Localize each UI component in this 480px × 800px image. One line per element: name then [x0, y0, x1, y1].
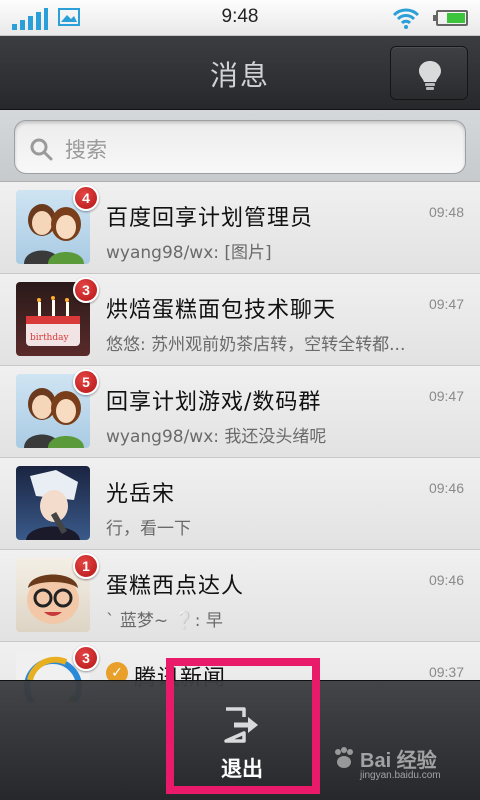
battery-icon — [433, 10, 468, 26]
chat-preview: 悠悠: 苏州观前奶茶店转，空转全转都... — [106, 335, 406, 355]
wifi-icon — [392, 8, 420, 29]
list-item[interactable]: birthday 3 烘焙蛋糕面包技术聊天 09:47 悠悠: 苏州观前奶茶店转… — [0, 274, 480, 366]
unread-badge: 5 — [73, 369, 99, 395]
chat-name: 光岳宋 — [106, 482, 176, 507]
unread-badge: 4 — [73, 185, 99, 211]
chat-time: 09:37 — [428, 664, 464, 680]
unread-badge: 3 — [73, 645, 99, 671]
chat-preview: 行，看一下 — [106, 519, 191, 539]
chat-time: 09:46 — [428, 480, 464, 496]
avatar — [16, 466, 90, 540]
chat-time: 09:47 — [428, 388, 464, 404]
chat-time: 09:48 — [428, 204, 464, 220]
search-placeholder: 搜索 — [65, 138, 107, 162]
chat-name: 蛋糕西点达人 — [106, 574, 245, 599]
paw-icon — [335, 747, 353, 768]
svg-text:birthday: birthday — [30, 333, 69, 343]
conversation-list: 4 百度回享计划管理员 09:48 wyang98/wx: [图片] birth… — [0, 182, 480, 702]
list-item[interactable]: 1 蛋糕西点达人 09:46 ` 蓝梦~ ❔: 早 — [0, 550, 480, 642]
search-input[interactable]: 搜索 — [14, 120, 466, 174]
list-item[interactable]: 4 百度回享计划管理员 09:48 wyang98/wx: [图片] — [0, 182, 480, 274]
chat-time: 09:46 — [428, 572, 464, 588]
list-item[interactable]: 光岳宋 09:46 行，看一下 — [0, 458, 480, 550]
chat-preview: wyang98/wx: 我还没头绪呢 — [106, 427, 327, 447]
unread-badge: 1 — [73, 553, 99, 579]
watermark-text: Bai 经验 — [360, 750, 437, 772]
watermark: Bai 经验 jingyan.baidu.com — [330, 740, 480, 790]
chat-name: 回享计划游戏/数码群 — [106, 390, 322, 415]
chat-name: 烘焙蛋糕面包技术聊天 — [106, 298, 337, 323]
chat-preview: wyang98/wx: [图片] — [106, 243, 272, 263]
status-bar: 9:48 — [0, 0, 480, 36]
watermark-url: jingyan.baidu.com — [360, 770, 441, 781]
unread-badge: 3 — [73, 277, 99, 303]
chat-time: 09:47 — [428, 296, 464, 312]
list-item[interactable]: 5 回享计划游戏/数码群 09:47 wyang98/wx: 我还没头绪呢 — [0, 366, 480, 458]
search-bar: 搜索 — [0, 110, 480, 182]
chat-name: 百度回享计划管理员 — [106, 206, 314, 231]
lightbulb-icon — [419, 61, 441, 90]
search-icon — [30, 138, 53, 161]
highlight-annotation — [166, 658, 320, 794]
title-bar: 消息 — [0, 36, 480, 110]
lightbulb-button[interactable] — [390, 46, 468, 100]
chat-preview: ` 蓝梦~ ❔: 早 — [106, 611, 223, 631]
